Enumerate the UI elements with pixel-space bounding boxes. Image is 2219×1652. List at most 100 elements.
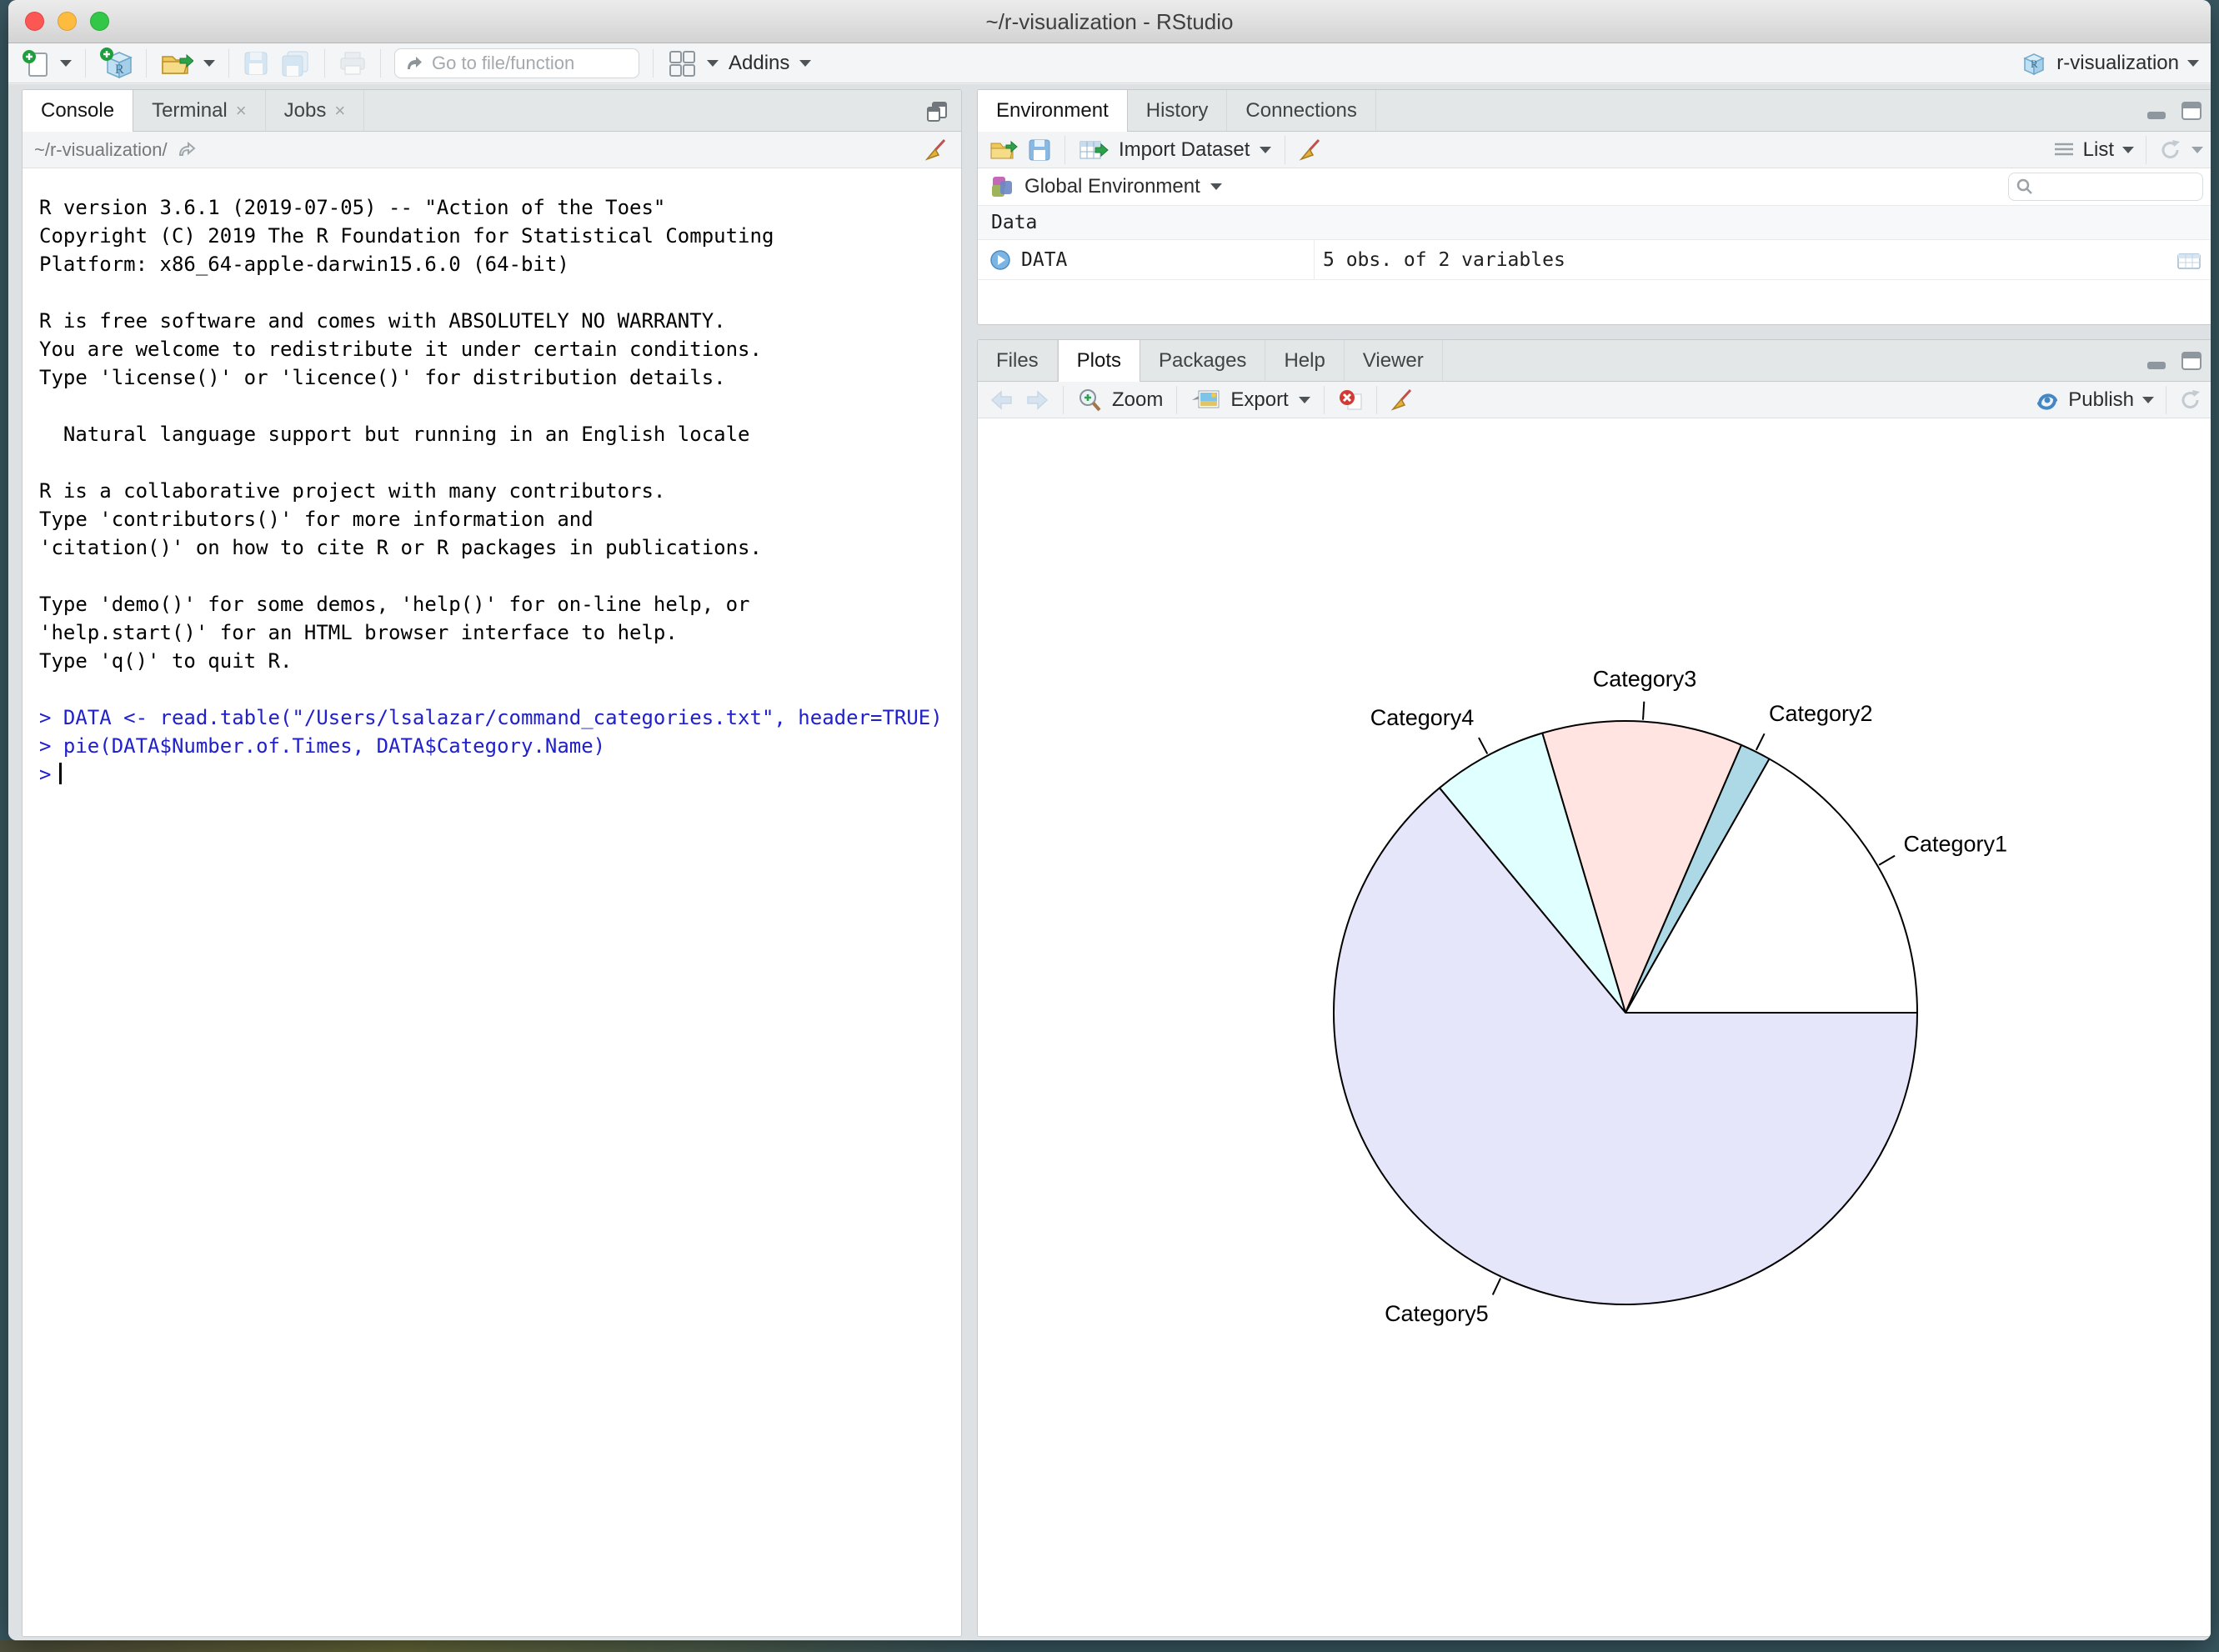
- console-output-line: 'citation()' on how to cite R or R packa…: [39, 533, 961, 562]
- close-window-button[interactable]: [25, 12, 44, 31]
- minimize-window-button[interactable]: [58, 12, 77, 31]
- environment-object-row[interactable]: DATA 5 obs. of 2 variables: [978, 240, 2211, 280]
- addins-dropdown[interactable]: [799, 60, 811, 67]
- refresh-environment-icon[interactable]: [2158, 138, 2183, 163]
- tab-environment[interactable]: Environment: [978, 90, 1128, 132]
- plots-toolbar: Zoom Export Pub: [978, 382, 2211, 418]
- minimize-pane-icon[interactable]: [2145, 100, 2168, 122]
- new-project-icon[interactable]: R: [99, 47, 133, 80]
- environment-toolbar: Import Dataset List: [978, 132, 2211, 168]
- console-output[interactable]: R version 3.6.1 (2019-07-05) -- "Action …: [23, 168, 961, 1636]
- text-cursor: [59, 763, 62, 784]
- remove-plot-icon[interactable]: [1338, 388, 1363, 413]
- clear-environment-broom-icon[interactable]: [1299, 138, 1324, 163]
- project-label: r-visualization: [2056, 52, 2179, 75]
- tab-console[interactable]: Console: [23, 90, 133, 132]
- close-icon[interactable]: ×: [236, 100, 247, 122]
- list-view-icon: [2053, 142, 2075, 158]
- environment-scope-selector[interactable]: Global Environment: [1024, 175, 1200, 198]
- export-dropdown[interactable]: [1299, 397, 1310, 403]
- tab-connections[interactable]: Connections: [1227, 90, 1375, 131]
- export-plot-icon[interactable]: [1190, 388, 1220, 413]
- tab-history[interactable]: History: [1128, 90, 1228, 131]
- console-output-line: Platform: x86_64-apple-darwin15.6.0 (64-…: [39, 250, 961, 278]
- clear-console-broom-icon[interactable]: [924, 138, 949, 163]
- svg-text:R: R: [115, 63, 124, 77]
- console-output-line: [39, 562, 961, 590]
- import-dataset-icon[interactable]: [1079, 138, 1109, 162]
- zoom-plot-icon[interactable]: [1077, 388, 1102, 413]
- tab-jobs[interactable]: Jobs ×: [266, 90, 365, 131]
- save-workspace-icon[interactable]: [1028, 138, 1051, 162]
- console-output-line: Type 'license()' or 'licence()' for dist…: [39, 363, 961, 392]
- open-file-icon[interactable]: [160, 50, 193, 77]
- go-to-file-input[interactable]: [432, 53, 615, 74]
- traffic-lights: [25, 12, 109, 31]
- panes-dropdown[interactable]: [707, 60, 719, 67]
- search-icon: [2016, 178, 2034, 196]
- maximize-pane-icon[interactable]: [2180, 100, 2203, 122]
- open-recent-dropdown[interactable]: [203, 60, 215, 67]
- view-mode-button[interactable]: List: [2083, 138, 2114, 162]
- rstudio-window: ~/r-visualization - RStudio R: [8, 0, 2211, 1640]
- maximize-pane-icon[interactable]: [2180, 350, 2203, 372]
- global-environment-icon: [989, 174, 1014, 199]
- object-summary: 5 obs. of 2 variables: [1315, 249, 2176, 271]
- go-to-file-icon: [405, 54, 423, 73]
- print-icon[interactable]: [338, 50, 367, 77]
- addins-menu[interactable]: Addins: [729, 52, 789, 75]
- load-workspace-icon[interactable]: [989, 138, 1018, 162]
- publish-dropdown[interactable]: [2142, 397, 2154, 403]
- environment-search-input[interactable]: [2041, 178, 2191, 197]
- new-file-dropdown[interactable]: [60, 60, 72, 67]
- goto-directory-icon[interactable]: [178, 141, 198, 159]
- save-all-icon[interactable]: [279, 49, 311, 78]
- object-name: DATA: [1021, 249, 1067, 271]
- view-data-grid-icon[interactable]: [2176, 250, 2201, 270]
- console-command-line: > pie(DATA$Number.of.Times, DATA$Categor…: [39, 732, 961, 760]
- project-dropdown[interactable]: [2187, 60, 2199, 67]
- restore-pane-icon[interactable]: [924, 100, 949, 123]
- project-menu-button[interactable]: R r-visualization: [2020, 49, 2199, 78]
- zoom-plot-button[interactable]: Zoom: [1112, 388, 1163, 412]
- clear-all-plots-broom-icon[interactable]: [1390, 388, 1415, 413]
- environment-search-box[interactable]: [2008, 173, 2203, 201]
- view-mode-dropdown[interactable]: [2122, 147, 2134, 153]
- import-dataset-button[interactable]: Import Dataset: [1119, 138, 1250, 162]
- refresh-dropdown[interactable]: [2191, 147, 2203, 153]
- workspace-panes-icon[interactable]: [667, 48, 697, 78]
- export-plot-button[interactable]: Export: [1230, 388, 1288, 412]
- console-output-line: R is free software and comes with ABSOLU…: [39, 307, 961, 335]
- data-section-header: Data: [978, 205, 2211, 240]
- tab-terminal[interactable]: Terminal ×: [133, 90, 266, 131]
- window-title: ~/r-visualization - RStudio: [8, 0, 2211, 43]
- console-output-line: Copyright (C) 2019 The R Foundation for …: [39, 222, 961, 250]
- import-dataset-dropdown[interactable]: [1260, 147, 1271, 153]
- console-prompt-line[interactable]: >: [39, 760, 961, 788]
- save-icon[interactable]: [243, 50, 269, 77]
- tab-packages[interactable]: Packages: [1140, 340, 1265, 381]
- tab-viewer[interactable]: Viewer: [1345, 340, 1443, 381]
- pie-label-tick: [1493, 1278, 1500, 1294]
- console-output-line: Type 'contributors()' for more informati…: [39, 505, 961, 533]
- working-directory: ~/r-visualization/: [34, 139, 168, 161]
- pie-chart: Category1Category2Category3Category4Cate…: [978, 418, 2211, 1636]
- pie-label-Category5: Category5: [1385, 1301, 1489, 1326]
- go-to-file-field[interactable]: [394, 48, 639, 78]
- console-path-bar: ~/r-visualization/: [23, 132, 961, 168]
- title-bar[interactable]: ~/r-visualization - RStudio: [8, 0, 2211, 43]
- zoom-window-button[interactable]: [90, 12, 109, 31]
- main-toolbar: R Addins R r-visualizati: [8, 43, 2211, 83]
- tab-files[interactable]: Files: [978, 340, 1058, 381]
- close-icon[interactable]: ×: [334, 100, 345, 122]
- environment-tabbar: Environment History Connections: [978, 90, 2211, 132]
- minimize-pane-icon[interactable]: [2145, 350, 2168, 372]
- refresh-plot-icon[interactable]: [2178, 388, 2203, 413]
- new-file-icon[interactable]: [22, 48, 50, 78]
- pie-label-Category2: Category2: [1769, 701, 1873, 726]
- scope-dropdown[interactable]: [1210, 183, 1222, 190]
- expand-object-icon[interactable]: [989, 249, 1011, 271]
- publish-button[interactable]: Publish: [2068, 388, 2134, 412]
- tab-help[interactable]: Help: [1265, 340, 1344, 381]
- tab-plots[interactable]: Plots: [1058, 340, 1140, 382]
